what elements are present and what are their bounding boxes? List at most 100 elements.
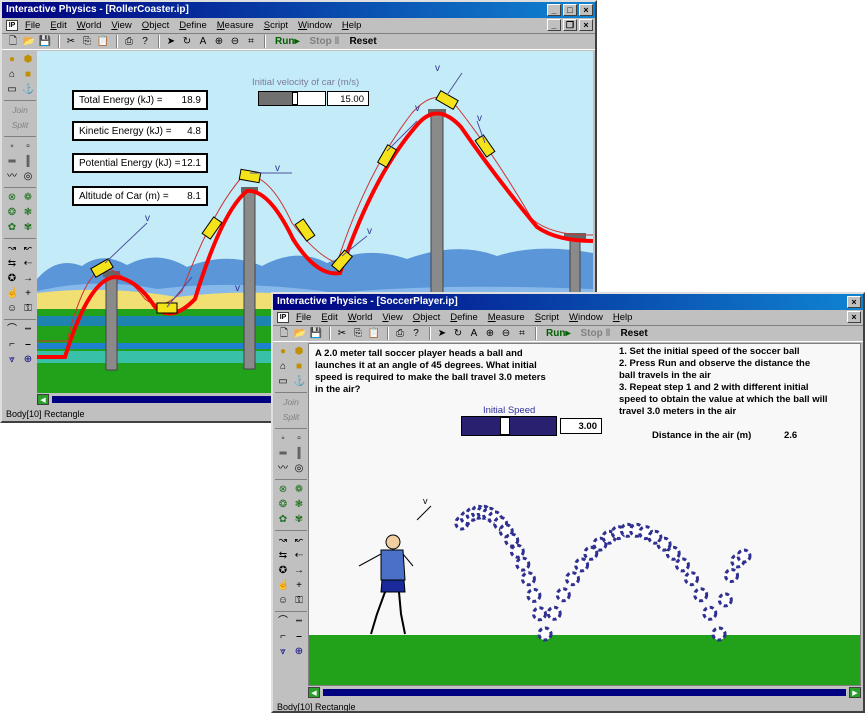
curved-body-icon[interactable]: ⌂ [6, 69, 18, 81]
step-tool-icon[interactable]: ⎯ [22, 339, 34, 351]
stop-button[interactable]: Stop ‖ [575, 326, 615, 341]
hand-icon[interactable]: ☝ [6, 288, 18, 300]
air-icon[interactable]: ⇠ [293, 550, 305, 562]
slot-joint-icon[interactable]: ✿ [277, 514, 289, 526]
circle-icon[interactable]: ● [6, 54, 18, 66]
rectangle-icon[interactable]: ▭ [277, 376, 289, 388]
velocity-slider[interactable] [258, 91, 326, 106]
simulation-canvas[interactable]: A 2.0 meter tall soccer player heads a b… [308, 343, 861, 686]
cut-icon[interactable]: ✂ [335, 327, 349, 340]
spring-icon[interactable]: 〰 [277, 463, 289, 475]
menu-script[interactable]: Script [530, 310, 564, 325]
horizontal-scrollbar[interactable]: ◀ ▶ [308, 686, 861, 699]
paste-icon[interactable]: 📋 [96, 35, 110, 48]
slot-joint-icon[interactable]: ✿ [6, 222, 18, 234]
plus-icon[interactable]: + [293, 580, 305, 592]
menu-help[interactable]: Help [337, 18, 367, 33]
reset-button[interactable]: Reset [615, 326, 652, 341]
square-point-icon[interactable]: ▫ [22, 141, 34, 153]
vector-icon[interactable]: ⩔ [6, 354, 18, 366]
zoom-out-icon[interactable]: ⊖ [499, 327, 513, 340]
curved-body-icon[interactable]: ⌂ [277, 361, 289, 373]
join-button[interactable]: Join [6, 103, 34, 118]
menu-script[interactable]: Script [259, 18, 293, 33]
menu-window[interactable]: Window [293, 18, 337, 33]
hand-icon[interactable]: ☝ [277, 580, 289, 592]
altitude-meter[interactable]: Altitude of Car (m) = 8.1 [72, 186, 208, 206]
torque-icon[interactable]: ↜ [22, 243, 34, 255]
polygon-icon[interactable]: ⬢ [293, 346, 305, 358]
total-energy-meter[interactable]: Total Energy (kJ) = 18.9 [72, 90, 208, 110]
square-point-icon[interactable]: ▫ [293, 433, 305, 445]
meter-icon[interactable]: ⊕ [22, 354, 34, 366]
menu-object[interactable]: Object [137, 18, 174, 33]
minimize-button[interactable]: _ [547, 4, 561, 16]
force-icon[interactable]: ↝ [6, 243, 18, 255]
kinetic-energy-meter[interactable]: Kinetic Energy (kJ) = 4.8 [72, 121, 208, 141]
menu-object[interactable]: Object [408, 310, 445, 325]
split-button[interactable]: Split [6, 118, 34, 133]
arrow-select-icon[interactable]: ➤ [164, 35, 178, 48]
person-icon[interactable]: ☺ [277, 595, 289, 607]
open-folder-icon[interactable]: 📂 [293, 327, 307, 340]
rotate-icon[interactable]: ↻ [180, 35, 194, 48]
zoom-in-icon[interactable]: ⊕ [483, 327, 497, 340]
menu-edit[interactable]: Edit [45, 18, 71, 33]
paste-icon[interactable]: 📋 [367, 327, 381, 340]
menu-world[interactable]: World [343, 310, 378, 325]
torque-icon[interactable]: ↜ [293, 535, 305, 547]
menu-window[interactable]: Window [564, 310, 608, 325]
doc-close-button[interactable]: × [579, 19, 593, 31]
point-icon[interactable]: ◦ [277, 433, 289, 445]
menu-define[interactable]: Define [445, 310, 482, 325]
zoom-in-icon[interactable]: ⊕ [212, 35, 226, 48]
slider-thumb[interactable] [292, 92, 298, 105]
motor-icon[interactable]: ❂ [277, 499, 289, 511]
new-file-icon[interactable]: 🗋 [277, 327, 291, 340]
rope-icon[interactable]: ║ [22, 156, 34, 168]
velocity-input[interactable]: 15.00 [327, 91, 369, 106]
plus-icon[interactable]: + [22, 288, 34, 300]
rectangle-icon[interactable]: ▭ [6, 84, 18, 96]
gravity-icon[interactable]: ⇆ [6, 258, 18, 270]
circle-icon[interactable]: ● [277, 346, 289, 358]
copy-icon[interactable]: ⎘ [80, 35, 94, 48]
damper-icon[interactable]: ⊗ [6, 192, 18, 204]
doc-minimize-button[interactable]: _ [547, 19, 561, 31]
motor-icon[interactable]: ❂ [6, 207, 18, 219]
save-icon[interactable]: 💾 [38, 35, 52, 48]
menu-view[interactable]: View [377, 310, 407, 325]
run-button[interactable]: Run▸ [541, 326, 575, 341]
title-bar[interactable]: Interactive Physics - [RollerCoaster.ip]… [2, 2, 595, 18]
potential-energy-meter[interactable]: Potential Energy (kJ) = 12.1 [72, 153, 208, 173]
line-tool-icon[interactable]: ⌒ [6, 324, 18, 336]
point-icon[interactable]: ◦ [6, 141, 18, 153]
maximize-button[interactable]: □ [563, 4, 577, 16]
rod-icon[interactable]: ═ [6, 156, 18, 168]
vector-icon[interactable]: ⩔ [277, 646, 289, 658]
cut-icon[interactable]: ✂ [64, 35, 78, 48]
zoom-fit-icon[interactable]: ⌗ [244, 35, 258, 48]
split-button[interactable]: Split [277, 410, 305, 425]
line-tool-icon[interactable]: ⌒ [277, 616, 289, 628]
stop-button[interactable]: Stop ‖ [304, 34, 344, 49]
square-body-icon[interactable]: ■ [293, 361, 305, 373]
help-icon[interactable]: ? [138, 35, 152, 48]
document-icon[interactable]: IP [277, 312, 289, 323]
key-icon[interactable]: ⚿ [22, 303, 34, 315]
actuator-icon[interactable]: ❃ [22, 207, 34, 219]
help-icon[interactable]: ? [409, 327, 423, 340]
meter-icon[interactable]: ⊕ [293, 646, 305, 658]
arrow-select-icon[interactable]: ➤ [435, 327, 449, 340]
menu-edit[interactable]: Edit [316, 310, 342, 325]
menu-measure[interactable]: Measure [483, 310, 530, 325]
gravity-icon[interactable]: ⇆ [277, 550, 289, 562]
doc-close-button[interactable]: × [847, 311, 861, 323]
keyed-slot-icon[interactable]: ✾ [22, 222, 34, 234]
scroll-right-icon[interactable]: ▶ [849, 687, 861, 698]
rotate-icon[interactable]: ↻ [451, 327, 465, 340]
text-tool-icon[interactable]: A [196, 35, 210, 48]
menu-file[interactable]: File [291, 310, 316, 325]
doc-restore-button[interactable]: ❐ [563, 19, 577, 31]
save-icon[interactable]: 💾 [309, 327, 323, 340]
